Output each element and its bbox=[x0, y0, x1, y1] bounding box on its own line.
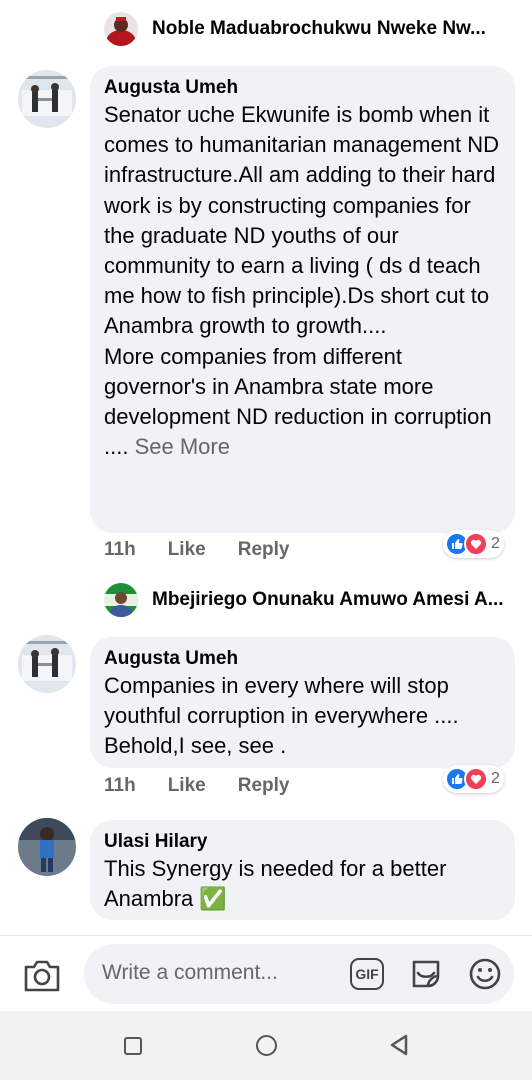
avatar[interactable] bbox=[104, 12, 138, 46]
comment-body: This Synergy is needed for a better Anam… bbox=[104, 856, 452, 912]
gif-icon[interactable]: GIF bbox=[350, 958, 384, 990]
comment-actions: 11h Like Reply bbox=[104, 539, 321, 561]
comment-placeholder: Write a comment... bbox=[102, 961, 278, 984]
reply-author-name[interactable]: Mbejiriego Onunaku Amuwo Amesi A... bbox=[152, 589, 504, 611]
emoji-icon[interactable] bbox=[468, 957, 502, 991]
sticker-icon[interactable] bbox=[408, 956, 444, 992]
comment-body: Companies in every where will stop youth… bbox=[104, 673, 459, 759]
avatar[interactable] bbox=[18, 635, 76, 693]
comment-bubble: Augusta Umeh Senator uche Ekwunife is bo… bbox=[90, 66, 515, 533]
avatar[interactable] bbox=[18, 70, 76, 128]
reply-preview-row[interactable]: Mbejiriego Onunaku Amuwo Amesi A... bbox=[104, 583, 504, 617]
reaction-summary[interactable]: 2 bbox=[443, 765, 504, 793]
comment-time: 11h bbox=[104, 775, 136, 796]
camera-icon[interactable] bbox=[22, 958, 62, 994]
home-icon[interactable] bbox=[256, 1035, 277, 1056]
system-navigation-bar bbox=[0, 1011, 532, 1080]
recent-apps-icon[interactable] bbox=[124, 1037, 142, 1055]
comment-body: Senator uche Ekwunife is bomb when it co… bbox=[104, 102, 499, 460]
comment-text: This Synergy is needed for a better Anam… bbox=[104, 854, 501, 914]
avatar[interactable] bbox=[104, 583, 138, 617]
reaction-summary[interactable]: 2 bbox=[443, 530, 504, 558]
love-reaction-icon bbox=[464, 532, 488, 556]
comment-bubble: Ulasi Hilary This Synergy is needed for … bbox=[90, 820, 515, 920]
reaction-count: 2 bbox=[491, 770, 500, 787]
like-button[interactable]: Like bbox=[168, 775, 206, 797]
comment-input[interactable]: Write a comment... GIF bbox=[84, 944, 514, 1004]
back-icon[interactable] bbox=[388, 1033, 410, 1057]
comment-author[interactable]: Augusta Umeh bbox=[104, 647, 501, 671]
comment-text: Senator uche Ekwunife is bomb when it co… bbox=[104, 100, 501, 462]
comment-time: 11h bbox=[104, 539, 136, 560]
comment-actions: 11h Like Reply bbox=[104, 775, 321, 797]
comment-author[interactable]: Augusta Umeh bbox=[104, 76, 501, 100]
reply-button[interactable]: Reply bbox=[238, 775, 290, 797]
reply-author-name[interactable]: Noble Maduabrochukwu Nweke Nw... bbox=[152, 18, 486, 40]
check-mark-emoji: ✅ bbox=[199, 886, 227, 912]
like-button[interactable]: Like bbox=[168, 539, 206, 561]
love-reaction-icon bbox=[464, 767, 488, 791]
avatar[interactable] bbox=[18, 818, 76, 876]
comment-bubble: Augusta Umeh Companies in every where wi… bbox=[90, 637, 515, 768]
comment-author[interactable]: Ulasi Hilary bbox=[104, 830, 501, 854]
see-more-link[interactable]: See More bbox=[135, 434, 230, 459]
reply-button[interactable]: Reply bbox=[238, 539, 290, 561]
reply-preview-row[interactable]: Noble Maduabrochukwu Nweke Nw... bbox=[104, 12, 486, 46]
reaction-count: 2 bbox=[491, 535, 500, 552]
comment-composer: Write a comment... GIF bbox=[0, 935, 532, 1011]
